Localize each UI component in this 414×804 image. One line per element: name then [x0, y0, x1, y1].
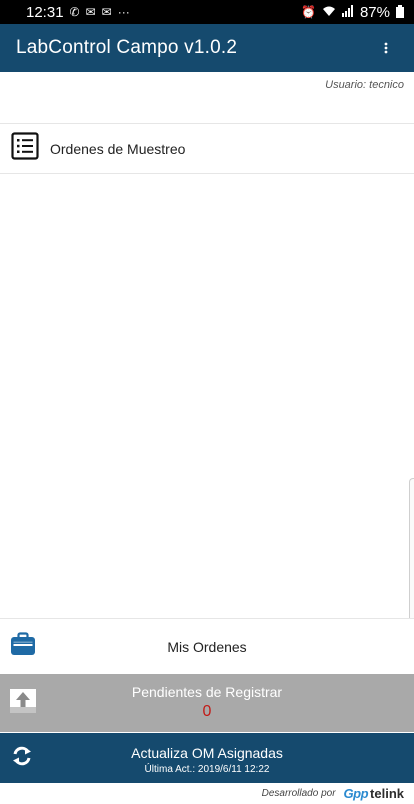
signal-icon: [341, 5, 354, 19]
wifi-icon: [322, 5, 336, 19]
mis-ordenes-label: Mis Ordenes: [167, 638, 247, 655]
brand-gpp: Gpp: [343, 786, 369, 801]
mail-icon: ✉: [85, 5, 96, 19]
actualiza-title: Actualiza OM Asignadas: [131, 745, 283, 761]
pendientes-title: Pendientes de Registrar: [131, 684, 283, 700]
pendientes-count: 0: [202, 703, 212, 720]
status-left: 12:31 ✆ ✉ ✉ ···: [26, 4, 130, 21]
list-icon: [11, 132, 39, 165]
status-right: ⏰ 87%: [301, 4, 404, 21]
actualiza-om-button[interactable]: Actualiza OM Asignadas Última Act.: 2019…: [0, 733, 414, 783]
pendientes-registrar-button[interactable]: Pendientes de Registrar 0: [0, 674, 414, 732]
status-time: 12:31: [26, 3, 64, 21]
alarm-icon: ⏰: [301, 5, 316, 19]
battery-percent: 87%: [359, 3, 390, 21]
menu-item-ordenes-muestreo[interactable]: Ordenes de Muestreo: [0, 124, 414, 174]
app-bar: LabControl Campo v1.0.2: [0, 24, 414, 72]
overflow-menu-icon[interactable]: [374, 36, 398, 60]
more-notifications-icon: ···: [117, 5, 130, 19]
pendientes-texts: Pendientes de Registrar 0: [0, 684, 414, 721]
developer-credit: Desarrollado por: [261, 788, 336, 799]
status-bar: 12:31 ✆ ✉ ✉ ··· ⏰ 87%: [0, 0, 414, 24]
app-title: LabControl Campo v1.0.2: [16, 37, 238, 58]
ultima-actualizacion: Última Act.: 2019/6/11 12:22: [144, 764, 270, 775]
actualiza-texts: Actualiza OM Asignadas Última Act.: 2019…: [0, 745, 414, 775]
content-area: [0, 174, 414, 618]
brand-telink: telink: [370, 786, 404, 801]
whatsapp-icon: ✆: [69, 5, 80, 19]
mis-ordenes-button[interactable]: Mis Ordenes: [0, 618, 414, 674]
gpp-telink-logo: Gpp telink: [344, 786, 404, 801]
menu-item-label: Ordenes de Muestreo: [50, 140, 186, 157]
footer: Desarrollado por Gpp telink: [0, 783, 414, 804]
mail-icon-2: ✉: [101, 5, 112, 19]
user-label: Usuario: tecnico: [0, 72, 414, 124]
battery-icon: [396, 4, 404, 20]
